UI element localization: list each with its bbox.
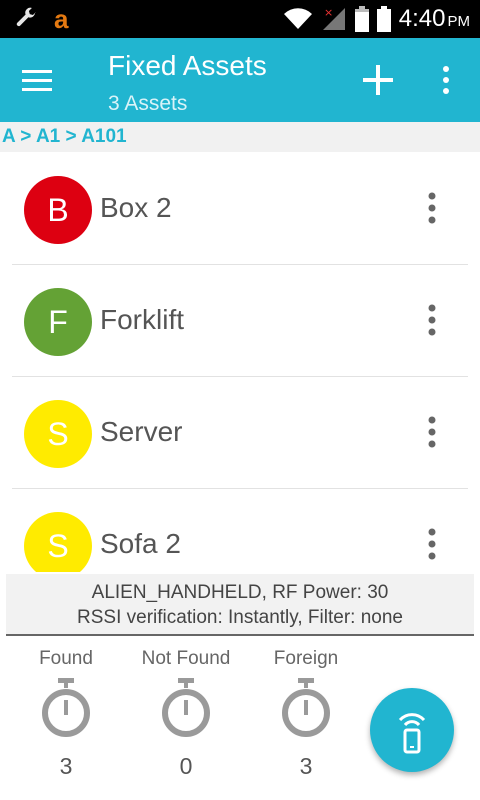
more-vert-icon[interactable]	[418, 188, 446, 228]
avatar: B	[24, 176, 92, 244]
reader-config: ALIEN_HANDHELD, RF Power: 30	[91, 582, 389, 603]
asset-name: Sofa 2	[100, 528, 181, 559]
list-item[interactable]: B Box 2	[0, 152, 480, 265]
avatar: S	[24, 400, 92, 468]
more-vert-icon[interactable]	[418, 300, 446, 340]
more-vert-icon[interactable]	[418, 412, 446, 452]
more-vert-icon[interactable]	[432, 60, 460, 100]
list-item[interactable]: F Forklift	[0, 264, 480, 377]
asset-list: B Box 2 F Forklift S Server S Sofa 2	[0, 152, 480, 572]
avatar: F	[24, 288, 92, 356]
asset-name: Forklift	[100, 304, 184, 335]
breadcrumb[interactable]: A > A1 > A101	[0, 122, 480, 152]
timer-icon	[162, 678, 210, 737]
status-bar: a × 4:40 PM	[0, 0, 480, 38]
menu-button[interactable]	[22, 62, 62, 98]
reader-info: ALIEN_HANDHELD, RF Power: 30 RSSI verifi…	[6, 574, 474, 636]
asset-name: Box 2	[100, 192, 172, 223]
rfid-reader-icon	[398, 713, 426, 754]
stat-count: 0	[179, 753, 193, 779]
avatar: S	[24, 512, 92, 572]
scan-button[interactable]	[370, 688, 454, 772]
signal-icon: ×	[322, 6, 345, 30]
list-item[interactable]: S Sofa 2	[0, 488, 480, 572]
stat-label: Not Found	[141, 648, 231, 669]
wrench-icon	[16, 7, 36, 27]
stat-count: 3	[299, 753, 313, 779]
wifi-icon	[283, 8, 312, 30]
clock: 4:40 PM	[399, 5, 470, 33]
page-subtitle: 3 Assets	[108, 92, 188, 115]
amazon-icon: a	[54, 4, 69, 34]
battery-icon	[376, 6, 391, 32]
stat-foreign: Foreign 3	[246, 648, 366, 780]
add-icon[interactable]	[358, 60, 398, 100]
timer-icon	[42, 678, 90, 737]
more-vert-icon[interactable]	[418, 524, 446, 564]
battery-icon	[354, 6, 369, 32]
reader-filter: RSSI verification: Instantly, Filter: no…	[77, 607, 403, 628]
list-item[interactable]: S Server	[0, 376, 480, 489]
timer-icon	[282, 678, 330, 737]
stat-found: Found 3	[6, 648, 126, 780]
svg-text:×: ×	[324, 6, 333, 19]
stat-not-found: Not Found 0	[126, 648, 246, 780]
clock-ampm: PM	[447, 13, 471, 30]
stat-label: Found	[39, 648, 93, 669]
clock-time: 4:40	[398, 5, 446, 32]
stat-label: Foreign	[273, 648, 339, 669]
stat-count: 3	[59, 753, 73, 779]
page-title: Fixed Assets	[108, 50, 267, 81]
app-bar: Fixed Assets 3 Assets	[0, 38, 480, 122]
asset-name: Server	[100, 416, 183, 447]
